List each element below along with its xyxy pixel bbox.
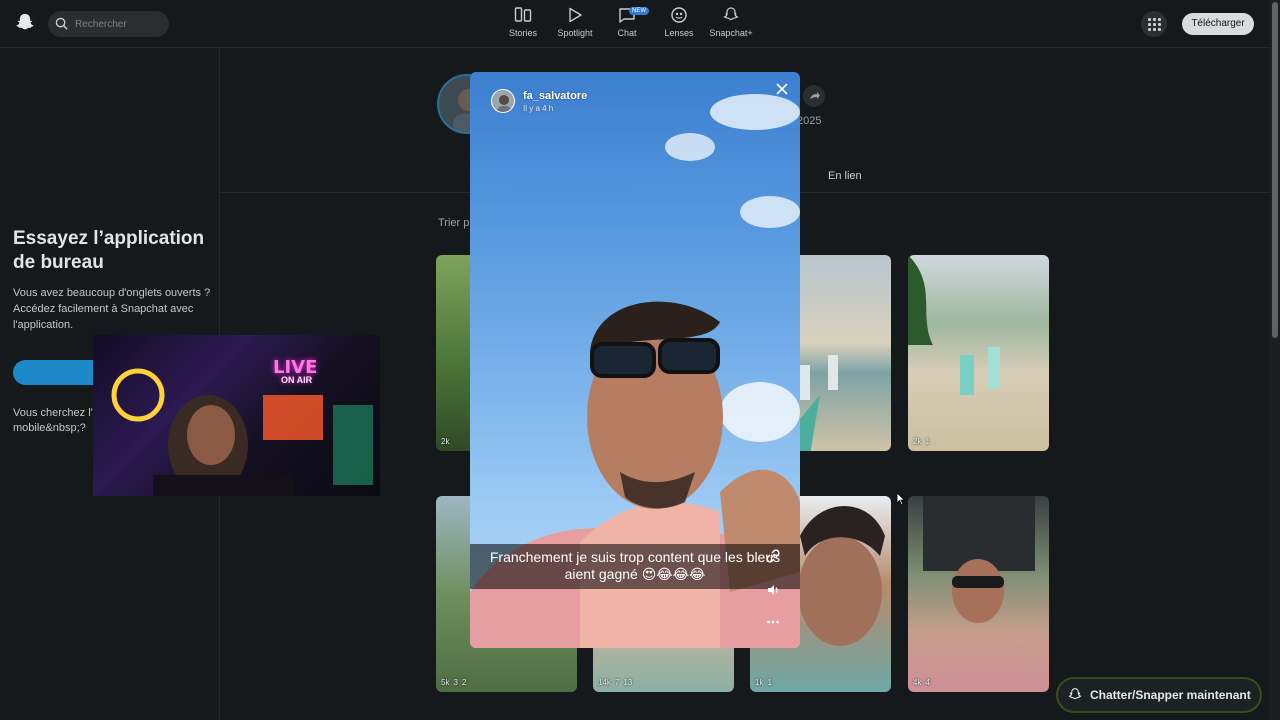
- chat-now-label: Chatter/Snapper maintenant: [1090, 688, 1251, 702]
- more-options-icon[interactable]: [766, 615, 780, 629]
- shares-count: 1: [925, 437, 930, 446]
- webcam-image: [111, 368, 373, 496]
- stories-icon: [514, 7, 532, 22]
- nav-stories-label: Stories: [508, 28, 537, 38]
- scrollbar-thumb[interactable]: [1272, 2, 1278, 338]
- shares-count: 1: [767, 678, 772, 687]
- download-button[interactable]: Télécharger: [1182, 13, 1254, 35]
- webcam-overlay: LIVE ON AIR: [93, 335, 380, 496]
- nav-chat[interactable]: NEW Chat: [601, 6, 653, 38]
- top-bar: Stories Spotlight NEW Chat Lenses Snapch…: [0, 0, 1270, 48]
- story-caption: Franchement je suis trop content que les…: [470, 544, 800, 589]
- share-button[interactable]: [803, 85, 825, 107]
- story-user-avatar[interactable]: [491, 89, 515, 113]
- apps-grid-button[interactable]: [1141, 11, 1167, 37]
- nav-snapchat-plus-label: Snapchat+: [709, 28, 753, 38]
- nav-spotlight-label: Spotlight: [557, 28, 593, 38]
- story-tile[interactable]: 2k 1: [908, 255, 1049, 451]
- share-icon: [810, 92, 820, 99]
- story-viewer[interactable]: fa_salvatore Il y a 4 h Franchement je s…: [470, 72, 800, 648]
- comments-count: 13: [623, 678, 633, 687]
- promo-title: Essayez l’application de bureau: [13, 228, 205, 273]
- shares-count: 3: [453, 678, 458, 687]
- comments-count: 2: [461, 678, 467, 687]
- snapchat-plus-icon: [723, 7, 739, 21]
- caption-line-2: aient gagné 😍😂😂😂: [564, 566, 706, 582]
- views-count: 14k: [598, 678, 611, 687]
- views-count: 1k: [755, 678, 764, 687]
- comments-count: 4: [925, 678, 930, 687]
- lenses-icon: [671, 7, 687, 23]
- tile-image: [923, 496, 1035, 623]
- link-icon[interactable]: [766, 549, 780, 563]
- neon-sign-on-air: ON AIR: [281, 375, 313, 385]
- nav-snapchat-plus[interactable]: Snapchat+: [705, 6, 757, 38]
- search-box[interactable]: [48, 11, 169, 37]
- nav-lenses-label: Lenses: [664, 28, 694, 38]
- promo-body: Vous avez beaucoup d'onglets ouverts ? A…: [13, 287, 211, 331]
- new-badge: NEW: [629, 7, 649, 15]
- mouse-cursor-icon: [896, 492, 906, 506]
- nav-stories[interactable]: Stories: [497, 6, 549, 38]
- spotlight-icon: [569, 7, 582, 23]
- profile-year: 2025: [797, 115, 822, 127]
- tile-image: [908, 255, 1000, 395]
- shares-count: 7: [614, 678, 620, 687]
- views-count: 4k: [913, 678, 922, 687]
- tab-en-lien[interactable]: En lien: [828, 170, 862, 182]
- close-icon[interactable]: [775, 82, 789, 96]
- sort-label[interactable]: Trier p: [438, 217, 469, 229]
- snapchat-ghost-icon: [1068, 688, 1082, 700]
- story-username[interactable]: fa_salvatore: [523, 90, 587, 102]
- volume-icon[interactable]: [766, 583, 780, 597]
- scrollbar[interactable]: [1270, 0, 1280, 720]
- views-count: 2k: [441, 437, 450, 446]
- story-timestamp: Il y a 4 h: [523, 104, 554, 113]
- caption-line-1: Franchement je suis trop content que les…: [489, 549, 781, 565]
- views-count: 5k: [441, 678, 450, 687]
- search-input[interactable]: [73, 15, 163, 33]
- search-icon: [55, 17, 68, 30]
- story-tile[interactable]: 4k 4: [908, 496, 1049, 692]
- nav-chat-label: Chat: [617, 28, 637, 38]
- nav-spotlight[interactable]: Spotlight: [549, 6, 601, 38]
- views-count: 2k: [913, 437, 922, 446]
- snapchat-ghost-icon[interactable]: [14, 12, 36, 34]
- chat-now-button[interactable]: Chatter/Snapper maintenant: [1056, 677, 1262, 713]
- nav-lenses[interactable]: Lenses: [653, 6, 705, 38]
